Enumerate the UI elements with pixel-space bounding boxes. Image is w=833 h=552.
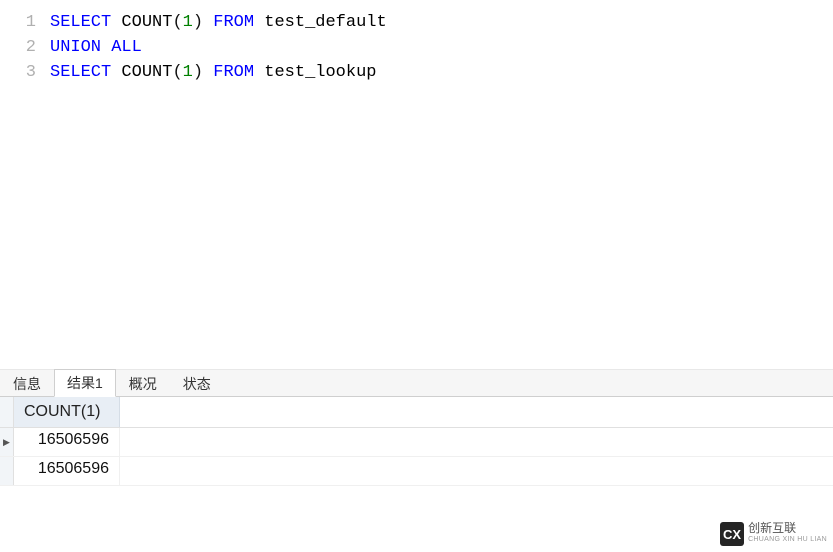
- result-grid: COUNT(1) ▶1650659616506596: [0, 397, 833, 486]
- tab-label: 信息: [13, 376, 41, 392]
- code-line[interactable]: SELECT COUNT(1) FROM test_default: [50, 10, 833, 35]
- row-marker: ▶: [0, 428, 14, 456]
- table-row[interactable]: 16506596: [0, 457, 833, 486]
- code-line[interactable]: SELECT COUNT(1) FROM test_lookup: [50, 60, 833, 85]
- result-tabs: 信息 结果1 概况 状态: [0, 370, 833, 397]
- line-number: 1: [0, 10, 50, 35]
- tab-2[interactable]: 概况: [116, 370, 170, 397]
- tab-1[interactable]: 结果1: [54, 369, 116, 397]
- cell-value[interactable]: 16506596: [14, 457, 120, 485]
- grid-header-row: COUNT(1): [0, 397, 833, 428]
- tab-0[interactable]: 信息: [0, 370, 54, 397]
- watermark: CX 创新互联 CHUANG XIN HU LIAN: [720, 522, 827, 546]
- line-number: 3: [0, 60, 50, 85]
- code-line[interactable]: UNION ALL: [50, 35, 833, 60]
- sql-editor[interactable]: 123 SELECT COUNT(1) FROM test_defaultUNI…: [0, 0, 833, 370]
- tab-label: 状态: [183, 376, 211, 392]
- row-marker: [0, 457, 14, 485]
- code-area[interactable]: SELECT COUNT(1) FROM test_defaultUNION A…: [50, 0, 833, 369]
- tab-label: 概况: [129, 376, 157, 392]
- tab-3[interactable]: 状态: [170, 370, 224, 397]
- tab-label: 结果1: [67, 375, 103, 391]
- watermark-title: 创新互联: [748, 522, 827, 534]
- line-number-gutter: 123: [0, 0, 50, 369]
- column-header[interactable]: COUNT(1): [14, 397, 120, 427]
- column-header-label: COUNT(1): [24, 403, 100, 421]
- watermark-subtitle: CHUANG XIN HU LIAN: [748, 534, 827, 546]
- table-row[interactable]: ▶16506596: [0, 428, 833, 457]
- grid-corner: [0, 397, 14, 427]
- watermark-logo-icon: CX: [720, 522, 744, 546]
- line-number: 2: [0, 35, 50, 60]
- cell-value[interactable]: 16506596: [14, 428, 120, 456]
